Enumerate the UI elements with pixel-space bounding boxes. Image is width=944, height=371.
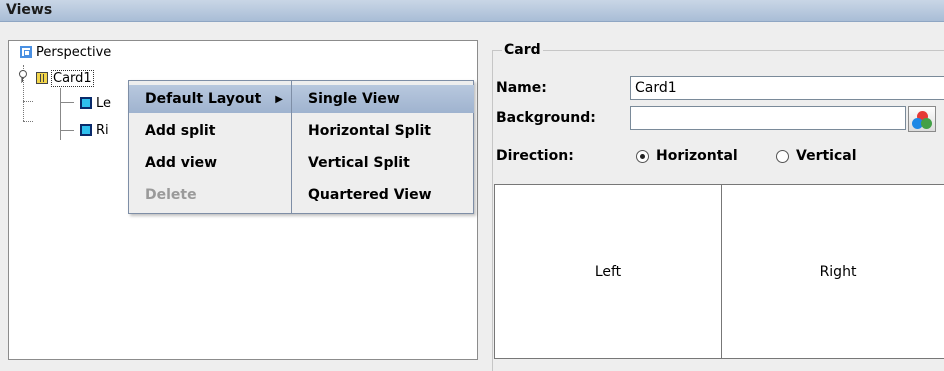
submenu-item-quartered-view[interactable]: Quartered View — [292, 181, 474, 209]
name-field[interactable] — [630, 76, 944, 100]
tree-connector — [23, 121, 33, 122]
tree-connector — [23, 101, 33, 102]
radio-label: Vertical — [796, 148, 857, 164]
tree-item-label: Ri — [96, 122, 109, 138]
layout-preview: Left Right — [494, 184, 944, 359]
tree-connector — [60, 88, 61, 140]
tree-item-right-view[interactable]: Ri — [80, 120, 109, 140]
context-menu: Default Layout ▶ Add split Add view Dele… — [128, 80, 474, 214]
radio-unselected-icon — [776, 149, 789, 163]
tree-item-perspective[interactable]: Perspective — [20, 42, 111, 62]
submenu-item-horizontal-split[interactable]: Horizontal Split — [292, 117, 474, 145]
submenu-item-single-view[interactable]: Single View — [292, 85, 474, 113]
views-title: Views — [6, 2, 53, 18]
tree-connector — [60, 102, 74, 103]
tree-item-label: Card1 — [51, 69, 94, 87]
color-picker-button[interactable] — [908, 106, 936, 132]
menu-item-label: Add split — [145, 123, 216, 139]
card-group-title: Card — [502, 42, 543, 58]
menu-item-add-split[interactable]: Add split — [129, 117, 291, 145]
name-label: Name: — [496, 80, 547, 96]
menu-item-label: Delete — [145, 187, 197, 203]
direction-vertical-radio[interactable]: Vertical — [776, 148, 857, 164]
tree-item-card1[interactable]: Card1 — [36, 68, 94, 88]
background-label: Background: — [496, 110, 596, 126]
view-icon — [80, 124, 92, 136]
preview-left-pane[interactable]: Left — [495, 185, 722, 358]
preview-right-label: Right — [819, 263, 857, 280]
submenu-item-label: Horizontal Split — [308, 123, 431, 139]
submenu-arrow-icon: ▶ — [275, 93, 283, 105]
tree-item-label: Perspective — [36, 44, 112, 60]
perspective-icon — [20, 46, 32, 58]
preview-left-label: Left — [594, 263, 622, 280]
direction-label: Direction: — [496, 148, 574, 164]
submenu-item-label: Single View — [308, 91, 400, 107]
views-title-bar: Views — [0, 0, 944, 22]
preview-right-pane[interactable]: Right — [722, 185, 944, 358]
context-submenu: Single View Horizontal Split Vertical Sp… — [291, 81, 474, 213]
view-icon — [80, 97, 92, 109]
context-menu-main: Default Layout ▶ Add split Add view Dele… — [129, 81, 291, 213]
radio-label: Horizontal — [656, 148, 738, 164]
tree-toggle-knob-icon — [19, 70, 27, 78]
direction-horizontal-radio[interactable]: Horizontal — [636, 148, 738, 164]
tree-connector — [60, 130, 74, 131]
submenu-item-vertical-split[interactable]: Vertical Split — [292, 149, 474, 177]
menu-item-add-view[interactable]: Add view — [129, 149, 291, 177]
submenu-item-label: Quartered View — [308, 187, 432, 203]
submenu-item-label: Vertical Split — [308, 155, 410, 171]
menu-item-label: Add view — [145, 155, 218, 171]
color-green-icon — [921, 118, 932, 129]
tree-item-label: Le — [96, 95, 112, 111]
menu-item-delete: Delete — [129, 181, 291, 209]
tree-item-left-view[interactable]: Le — [80, 93, 111, 113]
card-properties-panel: Card Name: Background: Direction: Horizo… — [486, 40, 944, 371]
card-icon — [36, 72, 48, 84]
menu-item-label: Default Layout — [145, 91, 262, 107]
menu-item-default-layout[interactable]: Default Layout ▶ — [129, 85, 291, 113]
background-field[interactable] — [630, 106, 906, 130]
radio-selected-icon — [636, 149, 649, 163]
